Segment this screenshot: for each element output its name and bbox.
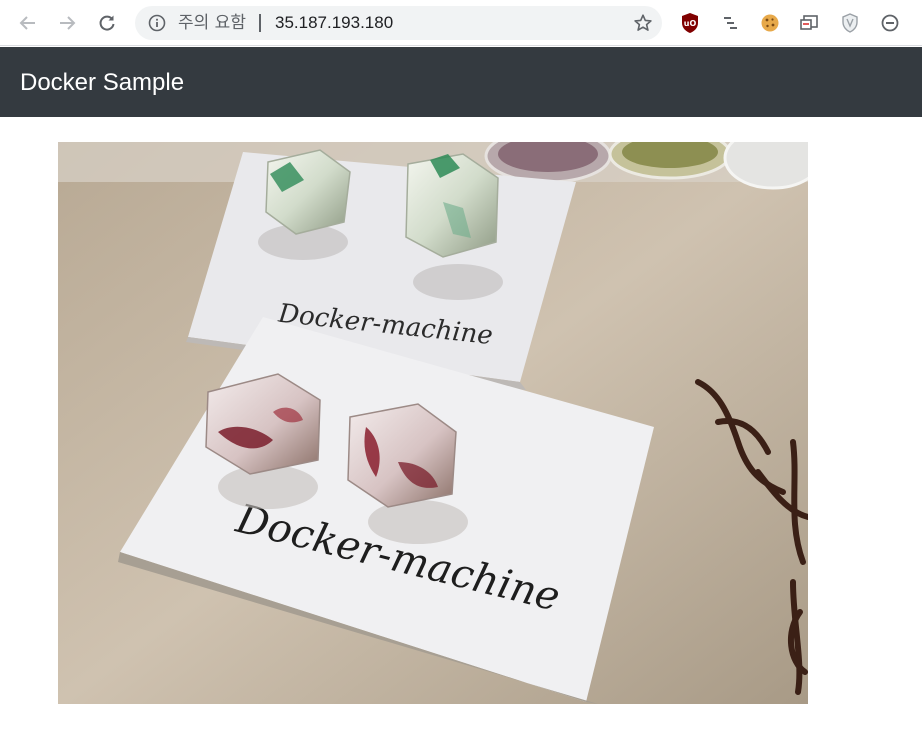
- cast-extension-button[interactable]: [799, 12, 821, 34]
- shield-icon: [842, 13, 858, 33]
- app-navbar: Docker Sample: [0, 47, 922, 117]
- ublock-extension-button[interactable]: uO: [679, 12, 701, 34]
- product-photo: Docker-machine Docker-machine: [58, 142, 808, 704]
- cookie-icon: [761, 14, 779, 32]
- back-button[interactable]: [13, 8, 43, 38]
- star-icon: [634, 14, 652, 31]
- block-extension-button[interactable]: [879, 12, 901, 34]
- security-warning-text: 주의 요함: [178, 13, 246, 33]
- shield-extension-button[interactable]: [839, 12, 861, 34]
- ublock-icon: uO: [682, 13, 698, 33]
- reload-icon: [99, 15, 115, 31]
- forward-button[interactable]: [52, 8, 82, 38]
- tree-extension-button[interactable]: [719, 12, 741, 34]
- cookie-extension-button[interactable]: [759, 12, 781, 34]
- url-text[interactable]: 35.187.193.180: [275, 14, 393, 32]
- address-bar[interactable]: 주의 요함 35.187.193.180: [135, 6, 662, 40]
- forward-arrow-icon: [60, 16, 76, 30]
- site-info-button[interactable]: [147, 13, 167, 33]
- earrings-photo-illustration: Docker-machine Docker-machine: [58, 142, 808, 704]
- reload-button[interactable]: [92, 8, 122, 38]
- browser-toolbar: 주의 요함 35.187.193.180 uO: [0, 0, 922, 46]
- omnibox-separator: [259, 14, 261, 32]
- rose-earring-right: [347, 403, 457, 508]
- back-arrow-icon: [19, 16, 35, 30]
- cast-icon: [800, 15, 818, 30]
- block-icon: [881, 14, 899, 32]
- tree-list-icon: [724, 17, 737, 29]
- info-icon: [148, 14, 166, 32]
- navbar-brand[interactable]: Docker Sample: [20, 69, 184, 97]
- svg-text:uO: uO: [684, 19, 697, 28]
- bookmark-button[interactable]: [632, 12, 654, 34]
- clear-earring-left: [265, 149, 351, 235]
